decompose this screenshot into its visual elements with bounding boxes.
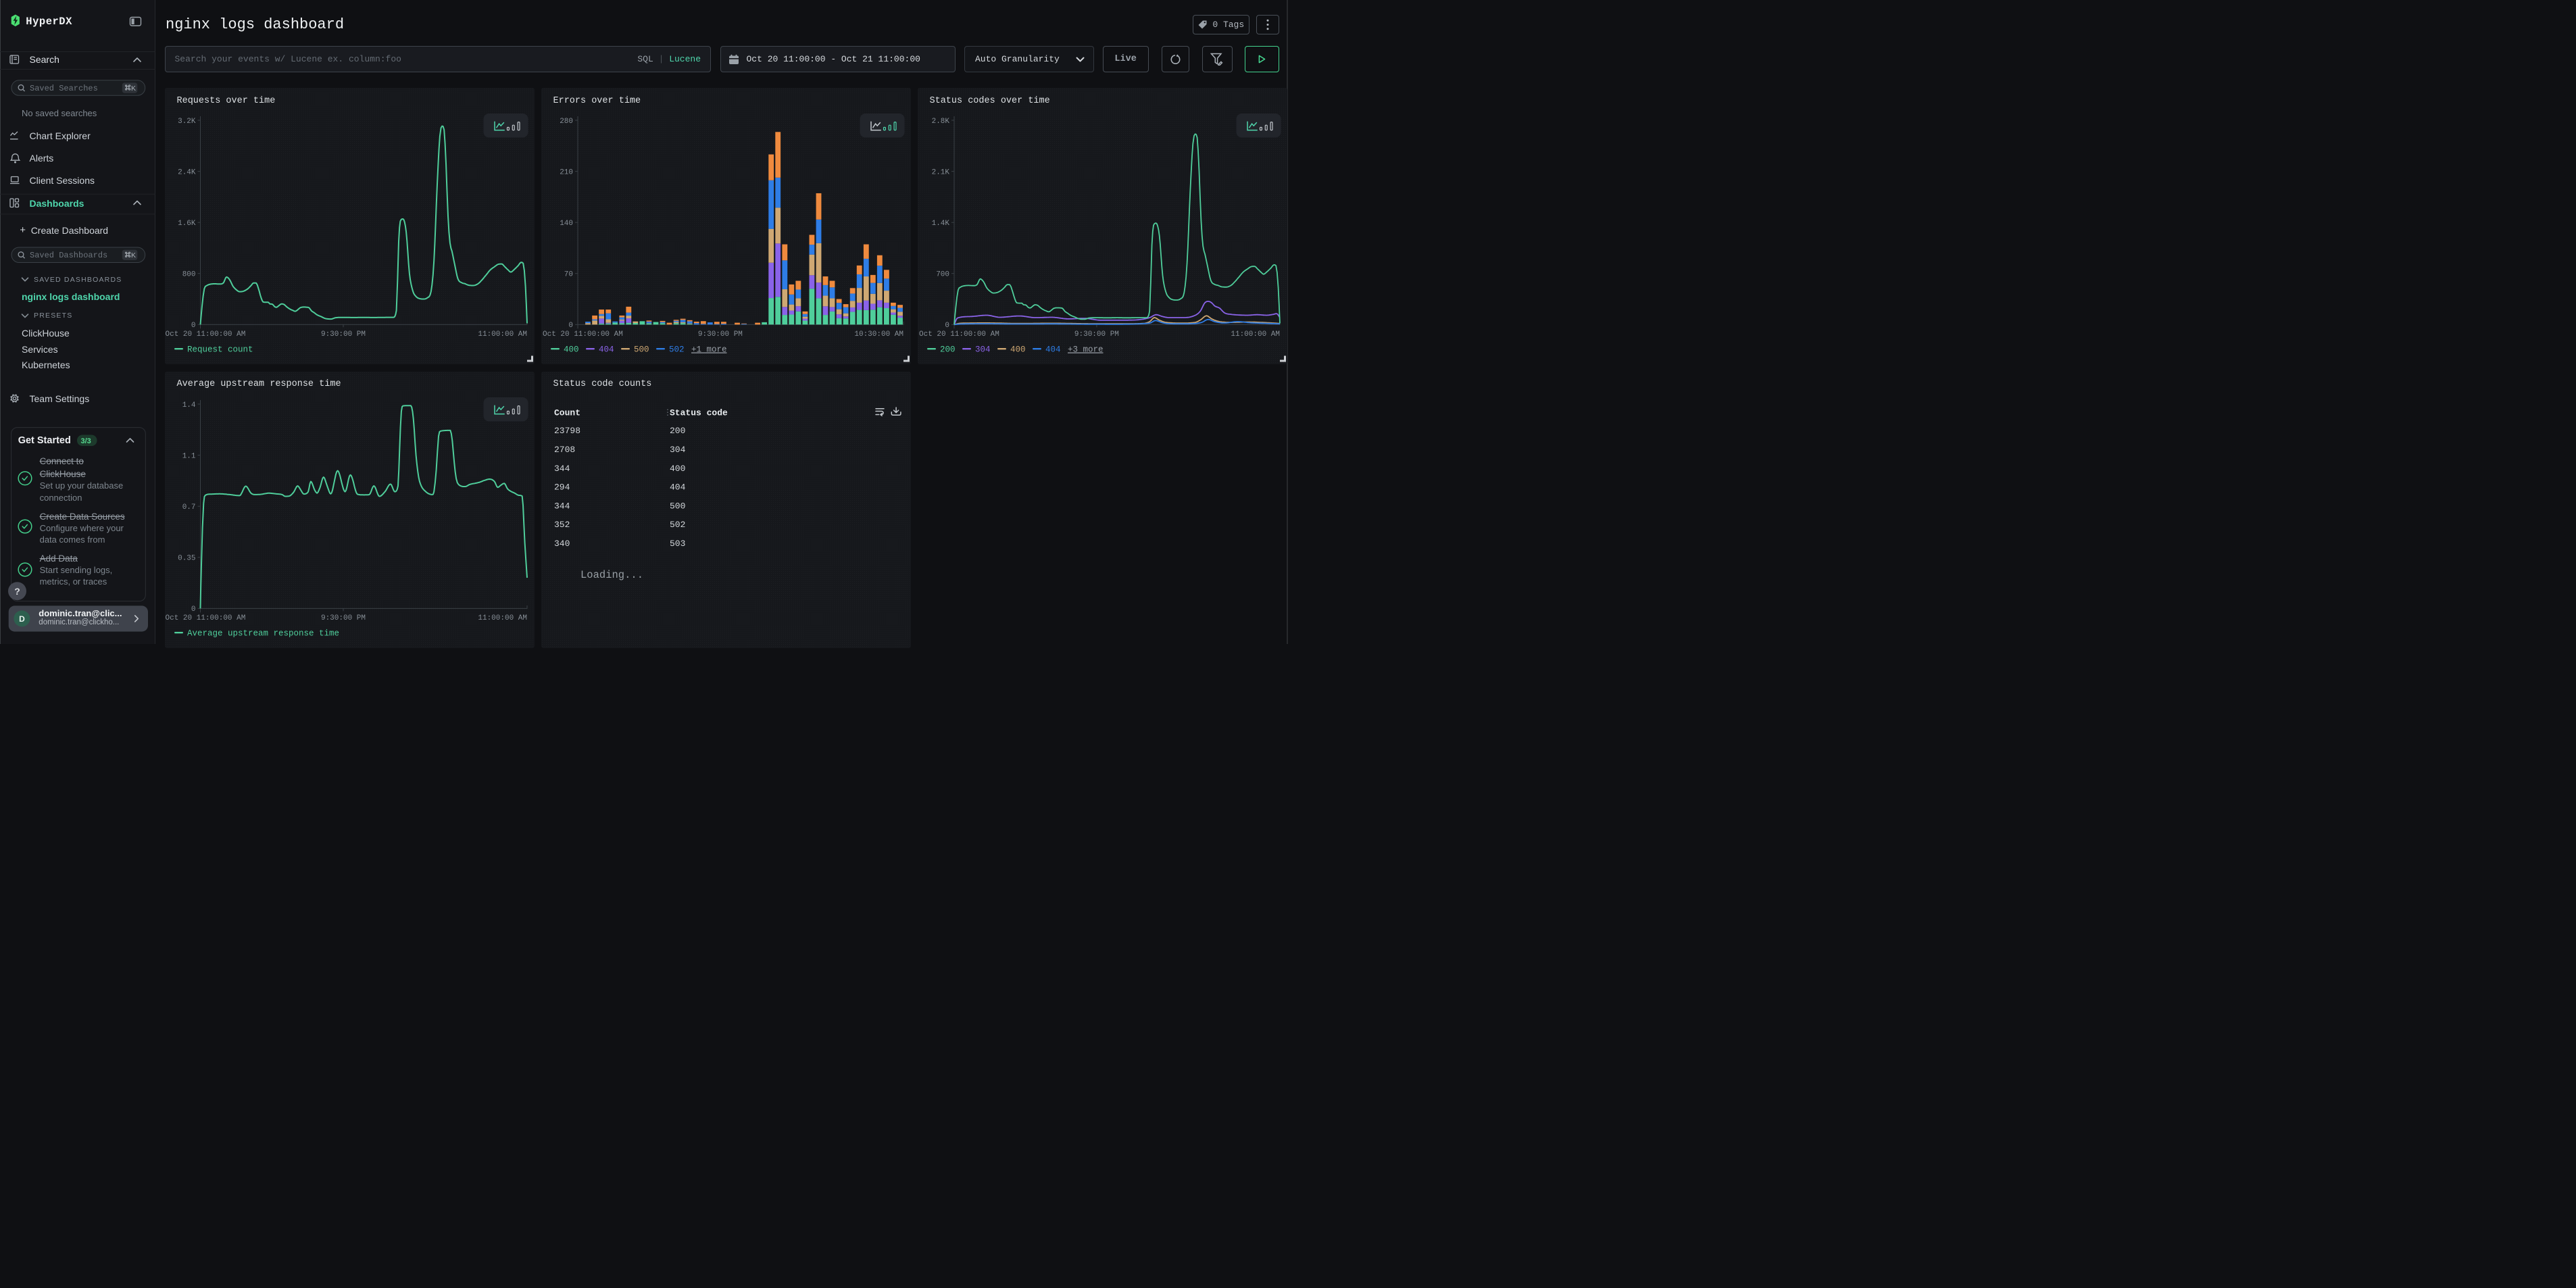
svg-text:404: 404 xyxy=(670,482,686,492)
svg-text:344: 344 xyxy=(554,501,570,511)
svg-text:D: D xyxy=(19,614,25,624)
svg-text:2708: 2708 xyxy=(554,445,575,455)
svg-text:210: 210 xyxy=(560,168,573,176)
svg-text:0: 0 xyxy=(191,322,195,330)
svg-text:K: K xyxy=(131,84,136,93)
svg-text:340: 340 xyxy=(554,539,570,549)
svg-text:+1 more: +1 more xyxy=(691,345,727,355)
svg-text:2.8K: 2.8K xyxy=(931,118,949,126)
svg-text:1.6K: 1.6K xyxy=(178,220,196,228)
svg-text:1.1: 1.1 xyxy=(182,452,195,460)
svg-text:400: 400 xyxy=(1010,345,1026,355)
svg-text:400: 400 xyxy=(670,463,685,473)
svg-text:0.35: 0.35 xyxy=(178,554,195,562)
svg-text:800: 800 xyxy=(182,271,195,279)
svg-text:Count: Count xyxy=(554,407,580,418)
svg-text:Oct 20 11:00:00 AM: Oct 20 11:00:00 AM xyxy=(165,614,245,622)
svg-text:500: 500 xyxy=(670,501,685,511)
svg-text:9:30:00 PM: 9:30:00 PM xyxy=(1074,330,1118,339)
svg-text:404: 404 xyxy=(1045,345,1061,355)
svg-text:23798: 23798 xyxy=(554,426,580,436)
svg-text:200: 200 xyxy=(670,426,685,436)
svg-text:Average upstream response time: Average upstream response time xyxy=(187,628,339,638)
svg-text:0: 0 xyxy=(945,322,949,330)
svg-text:11:00:00 AM: 11:00:00 AM xyxy=(478,614,527,622)
svg-text:1.4: 1.4 xyxy=(182,401,195,409)
svg-text:+3 more: +3 more xyxy=(1068,345,1104,355)
svg-text:352: 352 xyxy=(554,520,570,530)
svg-text:304: 304 xyxy=(975,345,991,355)
svg-text:9:30:00 PM: 9:30:00 PM xyxy=(320,614,365,622)
svg-text:Oct 20 11:00:00 AM: Oct 20 11:00:00 AM xyxy=(543,330,623,339)
svg-text:344: 344 xyxy=(554,463,570,473)
svg-text:503: 503 xyxy=(670,539,685,549)
svg-text:140: 140 xyxy=(560,220,573,228)
svg-text:0: 0 xyxy=(191,605,195,614)
svg-text:404: 404 xyxy=(599,345,614,355)
svg-text:294: 294 xyxy=(554,482,570,492)
svg-text:304: 304 xyxy=(670,445,686,455)
svg-text:Oct 20 11:00:00 AM: Oct 20 11:00:00 AM xyxy=(919,330,999,339)
svg-text:11:00:00 AM: 11:00:00 AM xyxy=(478,330,527,339)
svg-text:K: K xyxy=(131,251,136,259)
svg-text:Request count: Request count xyxy=(187,345,253,355)
svg-text:500: 500 xyxy=(634,345,649,355)
svg-text:Oct 20 11:00:00 AM: Oct 20 11:00:00 AM xyxy=(165,330,245,339)
svg-text:9:30:00 PM: 9:30:00 PM xyxy=(320,330,365,339)
svg-text:0: 0 xyxy=(568,322,573,330)
svg-text:700: 700 xyxy=(936,271,949,279)
svg-text:400: 400 xyxy=(564,345,579,355)
svg-text:200: 200 xyxy=(940,345,956,355)
svg-text:70: 70 xyxy=(564,271,572,279)
svg-text:?: ? xyxy=(14,586,20,597)
svg-text:11:00:00 AM: 11:00:00 AM xyxy=(1231,330,1280,339)
svg-text:502: 502 xyxy=(670,520,685,530)
svg-text:0.7: 0.7 xyxy=(182,503,195,512)
svg-text:2.1K: 2.1K xyxy=(931,168,949,176)
svg-text:502: 502 xyxy=(669,345,685,355)
svg-text:280: 280 xyxy=(560,118,573,126)
svg-text:3.2K: 3.2K xyxy=(178,118,196,126)
svg-text:2.4K: 2.4K xyxy=(178,168,196,176)
svg-text:1.4K: 1.4K xyxy=(931,220,949,228)
svg-text:Loading...: Loading... xyxy=(580,569,643,581)
svg-text:Status code: Status code xyxy=(670,407,728,418)
svg-text:10:30:00 AM: 10:30:00 AM xyxy=(854,330,903,339)
svg-text:9:30:00 PM: 9:30:00 PM xyxy=(697,330,742,339)
